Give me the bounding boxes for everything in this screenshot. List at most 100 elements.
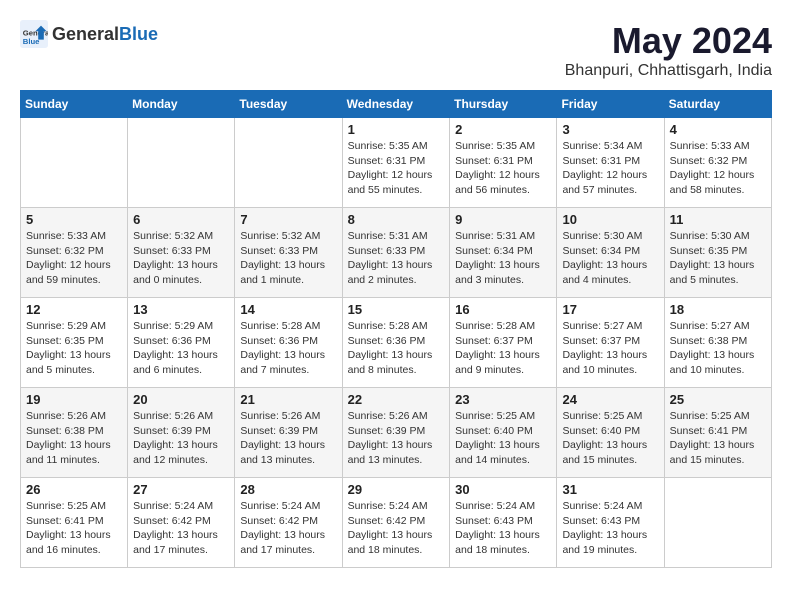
day-detail: Sunrise: 5:28 AMSunset: 6:36 PMDaylight:… <box>348 319 445 378</box>
day-number: 25 <box>670 392 766 407</box>
title-area: May 2024 Bhanpuri, Chhattisgarh, India <box>565 20 772 80</box>
calendar-day-13: 13 Sunrise: 5:29 AMSunset: 6:36 PMDayligh… <box>128 298 235 388</box>
day-number: 31 <box>562 482 658 497</box>
day-detail: Sunrise: 5:26 AMSunset: 6:39 PMDaylight:… <box>348 409 445 468</box>
day-detail: Sunrise: 5:29 AMSunset: 6:36 PMDaylight:… <box>133 319 229 378</box>
day-number: 12 <box>26 302 122 317</box>
day-number: 27 <box>133 482 229 497</box>
day-detail: Sunrise: 5:30 AMSunset: 6:35 PMDaylight:… <box>670 229 766 288</box>
day-number: 20 <box>133 392 229 407</box>
calendar-day-26: 26 Sunrise: 5:25 AMSunset: 6:41 PMDayligh… <box>21 478 128 568</box>
calendar-day-1: 1 Sunrise: 5:35 AMSunset: 6:31 PMDaylight… <box>342 118 450 208</box>
day-number: 8 <box>348 212 445 227</box>
day-number: 13 <box>133 302 229 317</box>
day-number: 7 <box>240 212 336 227</box>
day-detail: Sunrise: 5:25 AMSunset: 6:41 PMDaylight:… <box>670 409 766 468</box>
day-detail: Sunrise: 5:31 AMSunset: 6:34 PMDaylight:… <box>455 229 551 288</box>
logo-icon: General Blue <box>20 20 48 48</box>
calendar-day-18: 18 Sunrise: 5:27 AMSunset: 6:38 PMDayligh… <box>664 298 771 388</box>
calendar-day-15: 15 Sunrise: 5:28 AMSunset: 6:36 PMDayligh… <box>342 298 450 388</box>
day-detail: Sunrise: 5:31 AMSunset: 6:33 PMDaylight:… <box>348 229 445 288</box>
day-number: 6 <box>133 212 229 227</box>
day-number: 23 <box>455 392 551 407</box>
weekday-header-friday: Friday <box>557 91 664 118</box>
day-number: 14 <box>240 302 336 317</box>
day-number: 29 <box>348 482 445 497</box>
day-detail: Sunrise: 5:33 AMSunset: 6:32 PMDaylight:… <box>26 229 122 288</box>
day-detail: Sunrise: 5:28 AMSunset: 6:36 PMDaylight:… <box>240 319 336 378</box>
calendar-day-31: 31 Sunrise: 5:24 AMSunset: 6:43 PMDayligh… <box>557 478 664 568</box>
calendar-day-8: 8 Sunrise: 5:31 AMSunset: 6:33 PMDaylight… <box>342 208 450 298</box>
weekday-header-wednesday: Wednesday <box>342 91 450 118</box>
weekday-header-row: SundayMondayTuesdayWednesdayThursdayFrid… <box>21 91 772 118</box>
calendar-day-11: 11 Sunrise: 5:30 AMSunset: 6:35 PMDayligh… <box>664 208 771 298</box>
calendar-day-25: 25 Sunrise: 5:25 AMSunset: 6:41 PMDayligh… <box>664 388 771 478</box>
day-detail: Sunrise: 5:32 AMSunset: 6:33 PMDaylight:… <box>240 229 336 288</box>
calendar-day-21: 21 Sunrise: 5:26 AMSunset: 6:39 PMDayligh… <box>235 388 342 478</box>
logo-text-general: General <box>52 24 119 44</box>
calendar-day-30: 30 Sunrise: 5:24 AMSunset: 6:43 PMDayligh… <box>450 478 557 568</box>
day-detail: Sunrise: 5:24 AMSunset: 6:42 PMDaylight:… <box>348 499 445 558</box>
day-number: 4 <box>670 122 766 137</box>
day-detail: Sunrise: 5:27 AMSunset: 6:38 PMDaylight:… <box>670 319 766 378</box>
calendar-day-23: 23 Sunrise: 5:25 AMSunset: 6:40 PMDayligh… <box>450 388 557 478</box>
location-subtitle: Bhanpuri, Chhattisgarh, India <box>565 62 772 80</box>
calendar-empty-cell <box>128 118 235 208</box>
day-detail: Sunrise: 5:25 AMSunset: 6:40 PMDaylight:… <box>455 409 551 468</box>
day-number: 17 <box>562 302 658 317</box>
day-detail: Sunrise: 5:26 AMSunset: 6:39 PMDaylight:… <box>133 409 229 468</box>
day-detail: Sunrise: 5:24 AMSunset: 6:42 PMDaylight:… <box>133 499 229 558</box>
calendar-day-27: 27 Sunrise: 5:24 AMSunset: 6:42 PMDayligh… <box>128 478 235 568</box>
day-detail: Sunrise: 5:25 AMSunset: 6:41 PMDaylight:… <box>26 499 122 558</box>
day-number: 11 <box>670 212 766 227</box>
day-number: 30 <box>455 482 551 497</box>
day-detail: Sunrise: 5:33 AMSunset: 6:32 PMDaylight:… <box>670 139 766 198</box>
day-number: 21 <box>240 392 336 407</box>
day-number: 24 <box>562 392 658 407</box>
day-number: 1 <box>348 122 445 137</box>
calendar-day-19: 19 Sunrise: 5:26 AMSunset: 6:38 PMDayligh… <box>21 388 128 478</box>
day-detail: Sunrise: 5:24 AMSunset: 6:43 PMDaylight:… <box>562 499 658 558</box>
day-detail: Sunrise: 5:34 AMSunset: 6:31 PMDaylight:… <box>562 139 658 198</box>
calendar-day-14: 14 Sunrise: 5:28 AMSunset: 6:36 PMDayligh… <box>235 298 342 388</box>
day-detail: Sunrise: 5:29 AMSunset: 6:35 PMDaylight:… <box>26 319 122 378</box>
day-number: 18 <box>670 302 766 317</box>
day-detail: Sunrise: 5:28 AMSunset: 6:37 PMDaylight:… <box>455 319 551 378</box>
day-number: 26 <box>26 482 122 497</box>
logo-text-blue: Blue <box>119 24 158 44</box>
day-detail: Sunrise: 5:24 AMSunset: 6:42 PMDaylight:… <box>240 499 336 558</box>
day-number: 19 <box>26 392 122 407</box>
day-number: 3 <box>562 122 658 137</box>
calendar-day-2: 2Sunrise: 5:35 AMSunset: 6:31 PMDaylight… <box>450 118 557 208</box>
day-number: 15 <box>348 302 445 317</box>
day-detail: Sunrise: 5:35 AMSunset: 6:31 PMDaylight:… <box>455 139 551 198</box>
calendar-week-row: 1 Sunrise: 5:35 AMSunset: 6:31 PMDaylight… <box>21 118 772 208</box>
day-detail: Sunrise: 5:26 AMSunset: 6:38 PMDaylight:… <box>26 409 122 468</box>
calendar-empty-cell <box>664 478 771 568</box>
calendar-week-row: 12 Sunrise: 5:29 AMSunset: 6:35 PMDayligh… <box>21 298 772 388</box>
day-detail: Sunrise: 5:32 AMSunset: 6:33 PMDaylight:… <box>133 229 229 288</box>
calendar-day-17: 17 Sunrise: 5:27 AMSunset: 6:37 PMDayligh… <box>557 298 664 388</box>
day-number: 28 <box>240 482 336 497</box>
month-year-title: May 2024 <box>565 20 772 62</box>
calendar-day-9: 9Sunrise: 5:31 AMSunset: 6:34 PMDaylight… <box>450 208 557 298</box>
day-detail: Sunrise: 5:27 AMSunset: 6:37 PMDaylight:… <box>562 319 658 378</box>
calendar-day-12: 12 Sunrise: 5:29 AMSunset: 6:35 PMDayligh… <box>21 298 128 388</box>
calendar-week-row: 19 Sunrise: 5:26 AMSunset: 6:38 PMDayligh… <box>21 388 772 478</box>
weekday-header-sunday: Sunday <box>21 91 128 118</box>
day-detail: Sunrise: 5:26 AMSunset: 6:39 PMDaylight:… <box>240 409 336 468</box>
day-number: 5 <box>26 212 122 227</box>
calendar-day-28: 28 Sunrise: 5:24 AMSunset: 6:42 PMDayligh… <box>235 478 342 568</box>
weekday-header-thursday: Thursday <box>450 91 557 118</box>
weekday-header-tuesday: Tuesday <box>235 91 342 118</box>
calendar-day-20: 20 Sunrise: 5:26 AMSunset: 6:39 PMDayligh… <box>128 388 235 478</box>
day-detail: Sunrise: 5:24 AMSunset: 6:43 PMDaylight:… <box>455 499 551 558</box>
calendar-empty-cell <box>21 118 128 208</box>
calendar-day-22: 22Sunrise: 5:26 AMSunset: 6:39 PMDayligh… <box>342 388 450 478</box>
day-detail: Sunrise: 5:35 AMSunset: 6:31 PMDaylight:… <box>348 139 445 198</box>
logo: General Blue GeneralBlue <box>20 20 158 48</box>
calendar-week-row: 5 Sunrise: 5:33 AMSunset: 6:32 PMDaylight… <box>21 208 772 298</box>
day-number: 10 <box>562 212 658 227</box>
calendar-table: SundayMondayTuesdayWednesdayThursdayFrid… <box>20 90 772 568</box>
day-detail: Sunrise: 5:25 AMSunset: 6:40 PMDaylight:… <box>562 409 658 468</box>
